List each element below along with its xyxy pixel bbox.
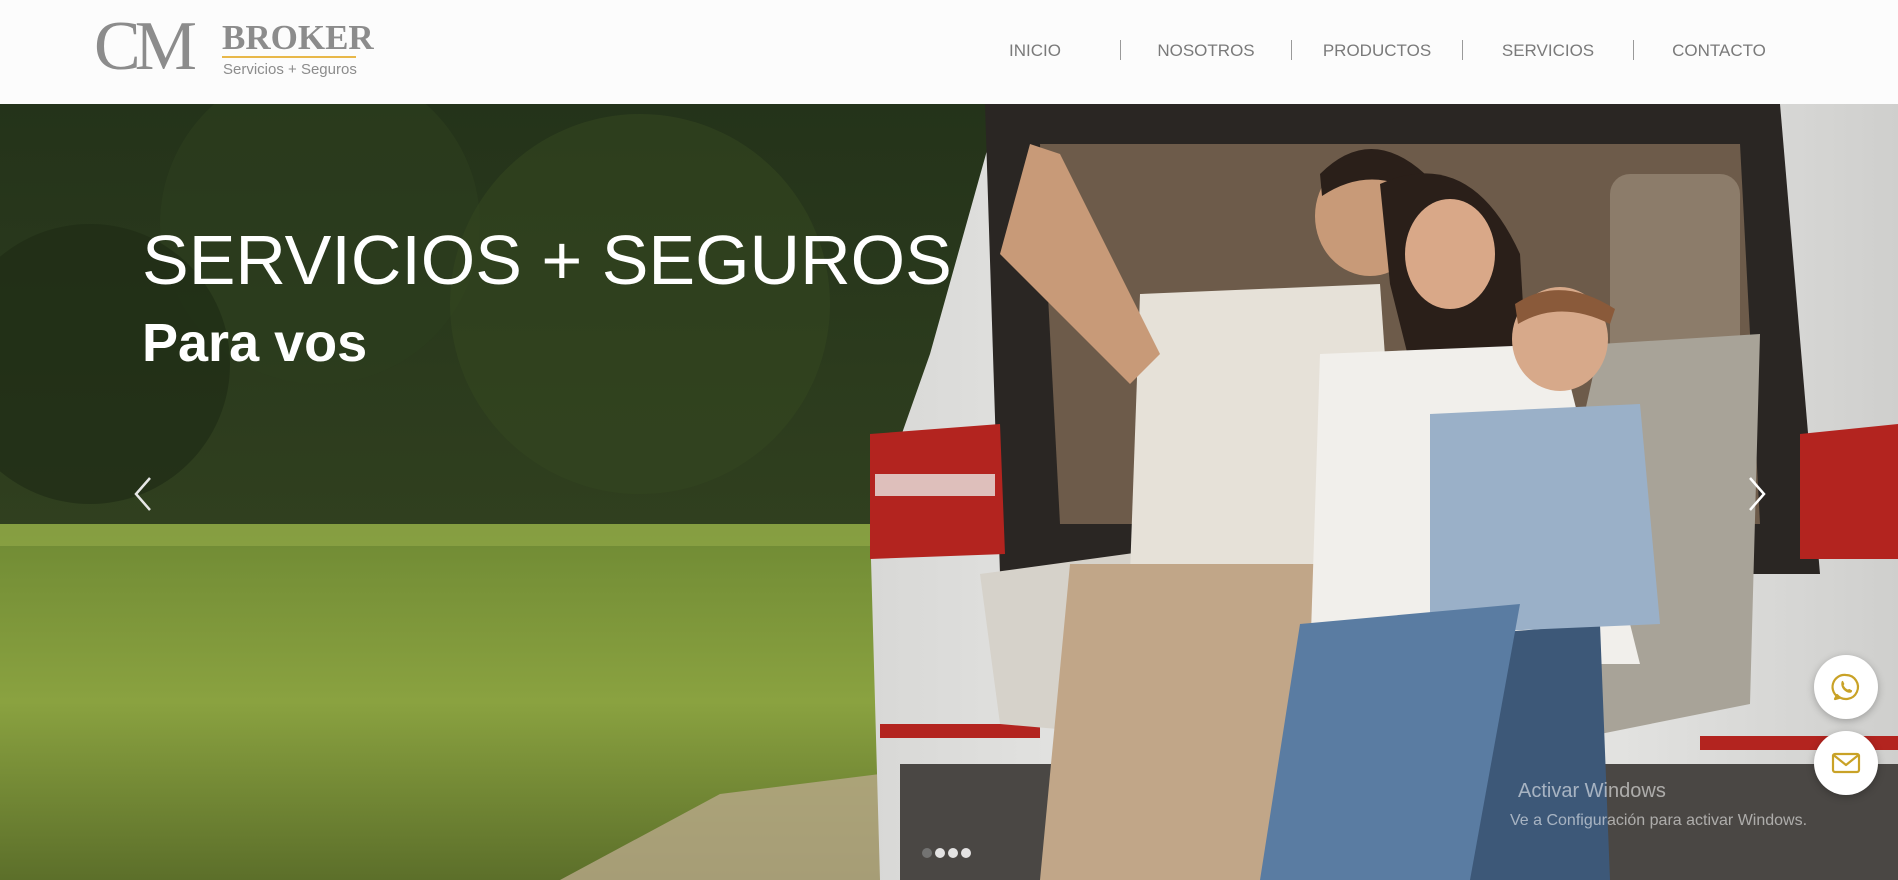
hero-subtitle: Para vos bbox=[142, 313, 368, 373]
slider-dot[interactable] bbox=[948, 848, 958, 858]
logo-initials: CM bbox=[94, 8, 197, 85]
nav-item-servicios[interactable]: SERVICIOS bbox=[1463, 38, 1633, 64]
logo-name: BROKER bbox=[222, 18, 374, 57]
chevron-left-icon bbox=[134, 477, 151, 511]
windows-activation-title: Activar Windows bbox=[1518, 780, 1666, 802]
nav-item-nosotros[interactable]: NOSOTROS bbox=[1121, 38, 1291, 64]
windows-activation-subtitle: Ve a Configuración para activar Windows. bbox=[1510, 812, 1808, 829]
slider-next-button[interactable] bbox=[1742, 472, 1772, 516]
email-button[interactable] bbox=[1814, 731, 1878, 795]
logo-tagline: Servicios + Seguros bbox=[223, 61, 357, 78]
nav-item-productos[interactable]: PRODUCTOS bbox=[1292, 38, 1462, 64]
slider-dot[interactable] bbox=[961, 848, 971, 858]
header-bar: CM BROKER Servicios + Seguros INICIO NOS… bbox=[0, 0, 1898, 104]
hero-title: SERVICIOS + SEGUROS bbox=[142, 221, 952, 299]
chevron-right-icon bbox=[1749, 477, 1766, 511]
hero-slider: SERVICIOS + SEGUROS Para vos Activar Win… bbox=[0, 104, 1898, 880]
slider-dot[interactable] bbox=[922, 848, 932, 858]
logo-accent-line bbox=[222, 56, 356, 58]
slider-prev-button[interactable] bbox=[128, 472, 158, 516]
nav-item-contacto[interactable]: CONTACTO bbox=[1634, 38, 1804, 64]
whatsapp-icon bbox=[1831, 673, 1860, 701]
slider-dot[interactable] bbox=[935, 848, 945, 858]
mail-icon bbox=[1831, 752, 1861, 774]
site-logo[interactable]: CM BROKER Servicios + Seguros bbox=[94, 8, 374, 85]
whatsapp-button[interactable] bbox=[1814, 655, 1878, 719]
nav-item-inicio[interactable]: INICIO bbox=[950, 38, 1120, 64]
